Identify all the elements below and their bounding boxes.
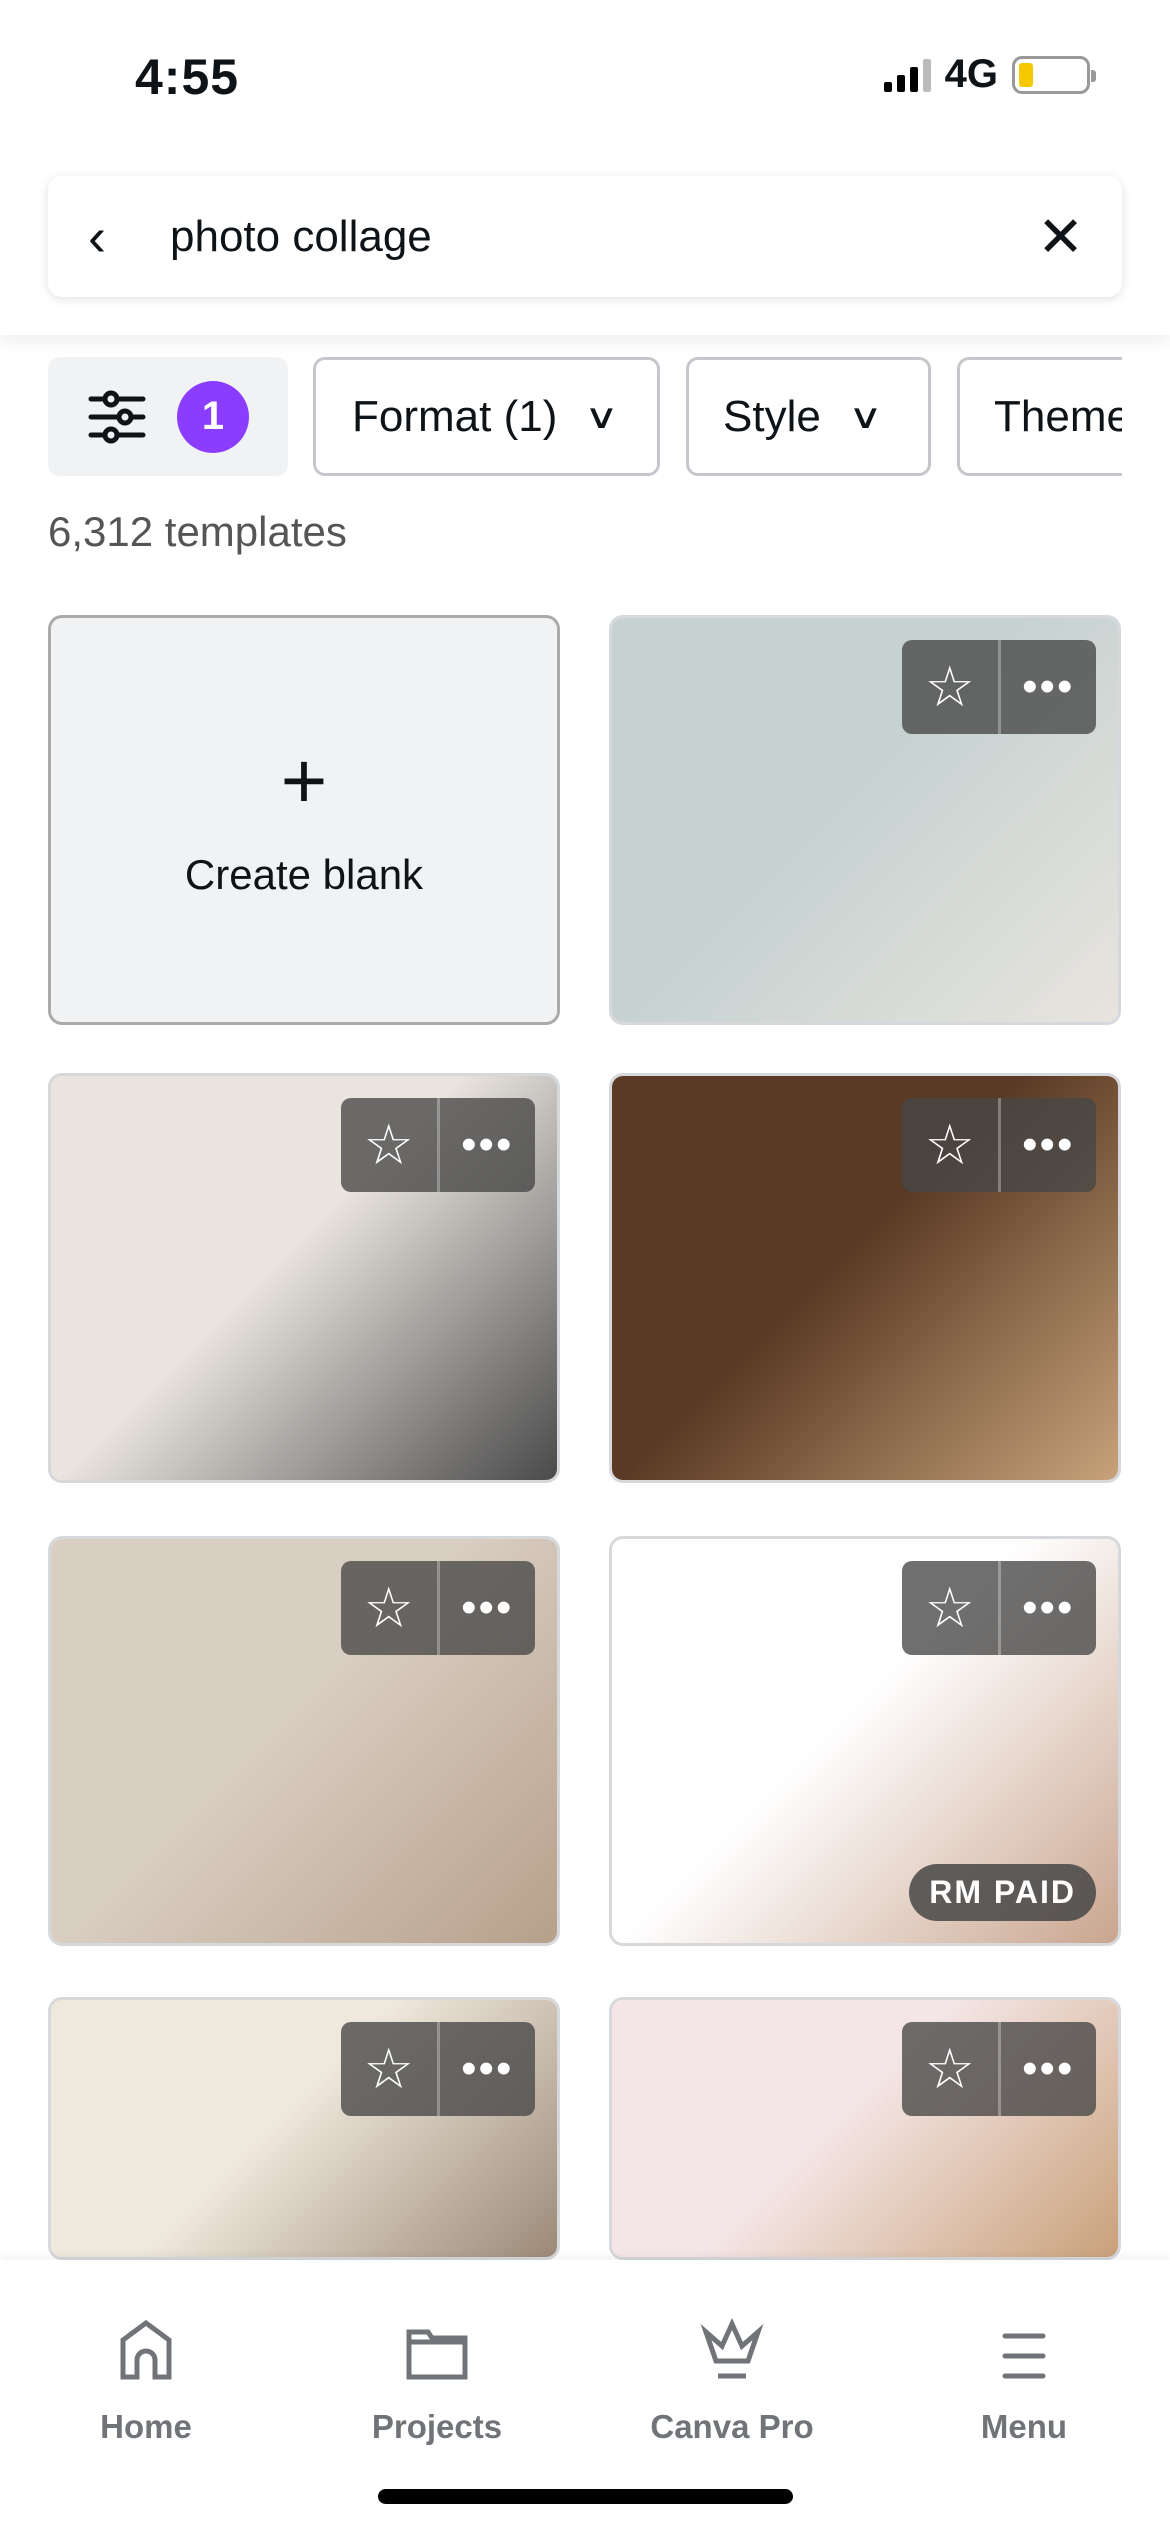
chip-label: Theme [994, 391, 1122, 441]
chip-label: Style [723, 391, 821, 441]
star-icon[interactable]: ☆ [902, 1098, 998, 1192]
more-icon[interactable]: ••• [436, 1098, 536, 1192]
more-icon[interactable]: ••• [997, 2022, 1097, 2116]
style-filter-chip[interactable]: Style ∨ [686, 357, 931, 476]
folder-icon [406, 2329, 468, 2380]
more-icon[interactable]: ••• [436, 1561, 536, 1655]
star-icon[interactable]: ☆ [341, 2022, 437, 2116]
search-input[interactable] [170, 211, 1038, 262]
template-card[interactable]: ☆ ••• [609, 1997, 1121, 2260]
status-indicators: 4G [883, 52, 1096, 97]
more-icon[interactable]: ••• [997, 1561, 1097, 1655]
create-blank-label: Create blank [184, 851, 424, 898]
clear-icon[interactable]: ✕ [1037, 204, 1084, 270]
theme-filter-chip[interactable]: Theme [957, 357, 1122, 476]
card-actions: ☆ ••• [341, 1561, 535, 1655]
star-icon[interactable]: ☆ [902, 1561, 998, 1655]
template-count: 6,312 templates [48, 508, 347, 555]
back-icon[interactable]: ‹ [88, 206, 128, 268]
card-actions: ☆ ••• [341, 1098, 535, 1192]
create-blank-button[interactable]: + Create blank [48, 615, 560, 1025]
status-time: 4:55 [135, 49, 240, 105]
more-icon[interactable]: ••• [436, 2022, 536, 2116]
template-card[interactable]: ☆ ••• [48, 1997, 560, 2260]
card-actions: ☆ ••• [902, 1561, 1096, 1655]
chip-label: Format (1) [352, 391, 558, 441]
home-indicator [378, 2489, 793, 2504]
signal-icon [883, 58, 931, 92]
home-icon [120, 2320, 172, 2380]
sliders-icon [88, 390, 146, 443]
network-type: 4G [944, 52, 998, 96]
template-card[interactable]: ☆ ••• [609, 1073, 1121, 1483]
search-bar: ‹ ✕ [48, 176, 1122, 297]
filter-count-badge: 1 [177, 380, 249, 453]
star-icon[interactable]: ☆ [902, 2022, 998, 2116]
chevron-down-icon: ∨ [584, 397, 620, 436]
card-actions: ☆ ••• [341, 2022, 535, 2116]
format-filter-chip[interactable]: Format (1) ∨ [313, 357, 660, 476]
paid-badge: RM PAID [909, 1864, 1096, 1921]
template-card[interactable]: ☆ ••• [609, 615, 1121, 1025]
nav-projects[interactable]: Projects [337, 2310, 537, 2446]
star-icon[interactable]: ☆ [341, 1561, 437, 1655]
nav-canva-pro[interactable]: Canva Pro [632, 2310, 832, 2446]
filters-button[interactable]: 1 [48, 357, 288, 476]
menu-icon [1002, 2333, 1046, 2379]
nav-home[interactable]: Home [46, 2310, 246, 2446]
battery-icon [1012, 55, 1096, 94]
more-icon[interactable]: ••• [997, 640, 1097, 734]
more-icon[interactable]: ••• [997, 1098, 1097, 1192]
template-card[interactable]: ☆ ••• [48, 1073, 560, 1483]
plus-icon: + [280, 736, 328, 825]
card-actions: ☆ ••• [902, 640, 1096, 734]
template-card[interactable]: ☆ ••• RM PAID [609, 1536, 1121, 1946]
crown-icon [700, 2317, 764, 2379]
star-icon[interactable]: ☆ [902, 640, 998, 734]
card-actions: ☆ ••• [902, 1098, 1096, 1192]
nav-menu[interactable]: Menu [924, 2310, 1124, 2446]
star-icon[interactable]: ☆ [341, 1098, 437, 1192]
chevron-down-icon: ∨ [847, 397, 883, 436]
template-card[interactable]: ☆ ••• [48, 1536, 560, 1946]
card-actions: ☆ ••• [902, 2022, 1096, 2116]
